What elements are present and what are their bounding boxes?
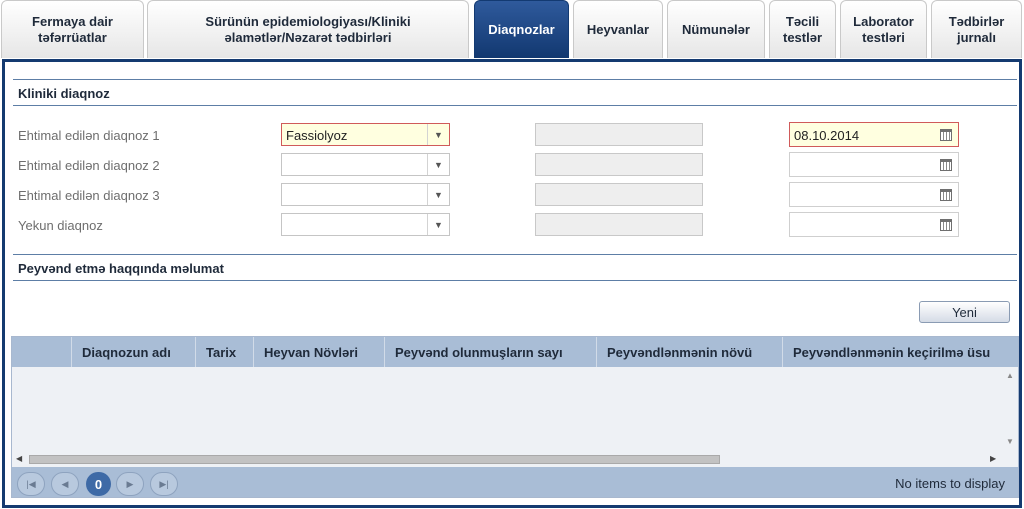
tab-farm-details[interactable]: Fermaya dair təfərrüatlar bbox=[1, 0, 144, 58]
calendar-icon[interactable] bbox=[934, 123, 958, 146]
diagnosis-2-info-field bbox=[535, 153, 703, 176]
chevron-down-icon[interactable]: ▼ bbox=[427, 184, 449, 205]
clinical-diagnosis-title: Kliniki diaqnoz bbox=[18, 86, 110, 101]
tab-label: Heyvanlar bbox=[586, 21, 650, 37]
tab-label: Laborator testləri bbox=[853, 13, 914, 45]
calendar-icon[interactable] bbox=[934, 213, 958, 236]
diagnosis-2-label: Ehtimal edilən diaqnoz 2 bbox=[18, 158, 160, 173]
tab-rapid-tests[interactable]: Təcili testlər bbox=[769, 0, 836, 58]
last-page-icon[interactable]: ▶| bbox=[150, 472, 178, 496]
final-diagnosis-info-field bbox=[535, 213, 703, 236]
final-diagnosis-select[interactable]: ▼ bbox=[281, 213, 450, 236]
final-diagnosis-label: Yekun diaqnoz bbox=[18, 218, 103, 233]
calendar-icon[interactable] bbox=[934, 153, 958, 176]
prev-page-icon[interactable]: ◀ bbox=[51, 472, 79, 496]
column-header-vaccinated-count[interactable]: Peyvənd olunmuşların sayı bbox=[385, 337, 597, 367]
diagnosis-3-info-field bbox=[535, 183, 703, 206]
tab-samples[interactable]: Nümunələr bbox=[667, 0, 765, 58]
current-page-number[interactable]: 0 bbox=[86, 472, 111, 496]
column-header-select[interactable] bbox=[12, 337, 72, 367]
tab-label: Tədbirlər jurnalı bbox=[948, 13, 1005, 45]
chevron-down-icon[interactable]: ▼ bbox=[427, 124, 449, 145]
diagnosis-1-select[interactable]: Fassiolyoz ▼ bbox=[281, 123, 450, 146]
diagnosis-1-date-field[interactable]: 08.10.2014 bbox=[789, 122, 959, 147]
scroll-down-icon[interactable]: ▼ bbox=[1006, 437, 1014, 446]
diagnosis-1-date-value: 08.10.2014 bbox=[794, 128, 860, 143]
diagnosis-2-select[interactable]: ▼ bbox=[281, 153, 450, 176]
column-header-vaccination-type[interactable]: Peyvəndlənmənin növü bbox=[597, 337, 783, 367]
vertical-scrollbar[interactable]: ▲ ▼ bbox=[1004, 367, 1018, 451]
diagnosis-3-date-field[interactable] bbox=[789, 182, 959, 207]
tab-bar: Fermaya dair təfərrüatlar Sürünün epidem… bbox=[0, 0, 1024, 60]
diagnosis-1-info-field bbox=[535, 123, 703, 146]
divider bbox=[13, 79, 1017, 80]
diagnosis-2-date-field[interactable] bbox=[789, 152, 959, 177]
vaccination-title: Peyvənd etmə haqqında məlumat bbox=[18, 261, 224, 276]
divider bbox=[13, 280, 1017, 281]
tab-label: Nümunələr bbox=[682, 21, 750, 37]
divider bbox=[13, 105, 1017, 106]
diagnosis-3-label: Ehtimal edilən diaqnoz 3 bbox=[18, 188, 160, 203]
tab-label: Sürünün epidemiologiyası/Kliniki əlamətl… bbox=[205, 13, 411, 45]
grid-header: Diaqnozun adı Tarix Heyvan Növləri Peyvə… bbox=[12, 337, 1018, 367]
grid-pager: |◀ ◀ 0 ▶ ▶| No items to display bbox=[12, 467, 1018, 497]
diagnosis-1-value: Fassiolyoz bbox=[286, 128, 348, 143]
divider bbox=[13, 254, 1017, 255]
column-header-vaccination-method[interactable]: Peyvəndlənmənin keçirilmə üsu bbox=[783, 337, 1018, 367]
pager-status: No items to display bbox=[895, 476, 1005, 491]
next-page-icon[interactable]: ▶ bbox=[116, 472, 144, 496]
scroll-thumb[interactable] bbox=[29, 455, 720, 464]
final-diagnosis-date-field[interactable] bbox=[789, 212, 959, 237]
column-header-diagnosis-name[interactable]: Diaqnozun adı bbox=[72, 337, 196, 367]
chevron-down-icon[interactable]: ▼ bbox=[427, 214, 449, 235]
tab-label: Təcili testlər bbox=[782, 13, 823, 45]
diagnosis-3-select[interactable]: ▼ bbox=[281, 183, 450, 206]
tab-label: Fermaya dair təfərrüatlar bbox=[32, 13, 113, 45]
diagnosis-1-label: Ehtimal edilən diaqnoz 1 bbox=[18, 128, 160, 143]
scroll-left-icon[interactable]: ◀ bbox=[16, 454, 22, 463]
new-button[interactable]: Yeni bbox=[919, 301, 1010, 323]
calendar-icon[interactable] bbox=[934, 183, 958, 206]
diagnoses-panel: Kliniki diaqnoz Ehtimal edilən diaqnoz 1… bbox=[2, 59, 1022, 508]
scroll-up-icon[interactable]: ▲ bbox=[1006, 371, 1014, 380]
grid-body bbox=[12, 367, 1018, 451]
column-header-date[interactable]: Tarix bbox=[196, 337, 254, 367]
tab-animals[interactable]: Heyvanlar bbox=[573, 0, 663, 58]
tab-label: Diaqnozlar bbox=[488, 21, 555, 37]
chevron-down-icon[interactable]: ▼ bbox=[427, 154, 449, 175]
vaccination-grid: Diaqnozun adı Tarix Heyvan Növləri Peyvə… bbox=[11, 336, 1019, 498]
first-page-icon[interactable]: |◀ bbox=[17, 472, 45, 496]
tab-lab-tests[interactable]: Laborator testləri bbox=[840, 0, 927, 58]
tab-epidemiology[interactable]: Sürünün epidemiologiyası/Kliniki əlamətl… bbox=[147, 0, 469, 58]
column-header-animal-species[interactable]: Heyvan Növləri bbox=[254, 337, 385, 367]
tab-diagnoses[interactable]: Diaqnozlar bbox=[474, 0, 569, 58]
horizontal-scrollbar[interactable]: ◀ ▶ bbox=[12, 451, 1018, 467]
tab-action-log[interactable]: Tədbirlər jurnalı bbox=[931, 0, 1022, 58]
scroll-right-icon[interactable]: ▶ bbox=[990, 454, 996, 463]
